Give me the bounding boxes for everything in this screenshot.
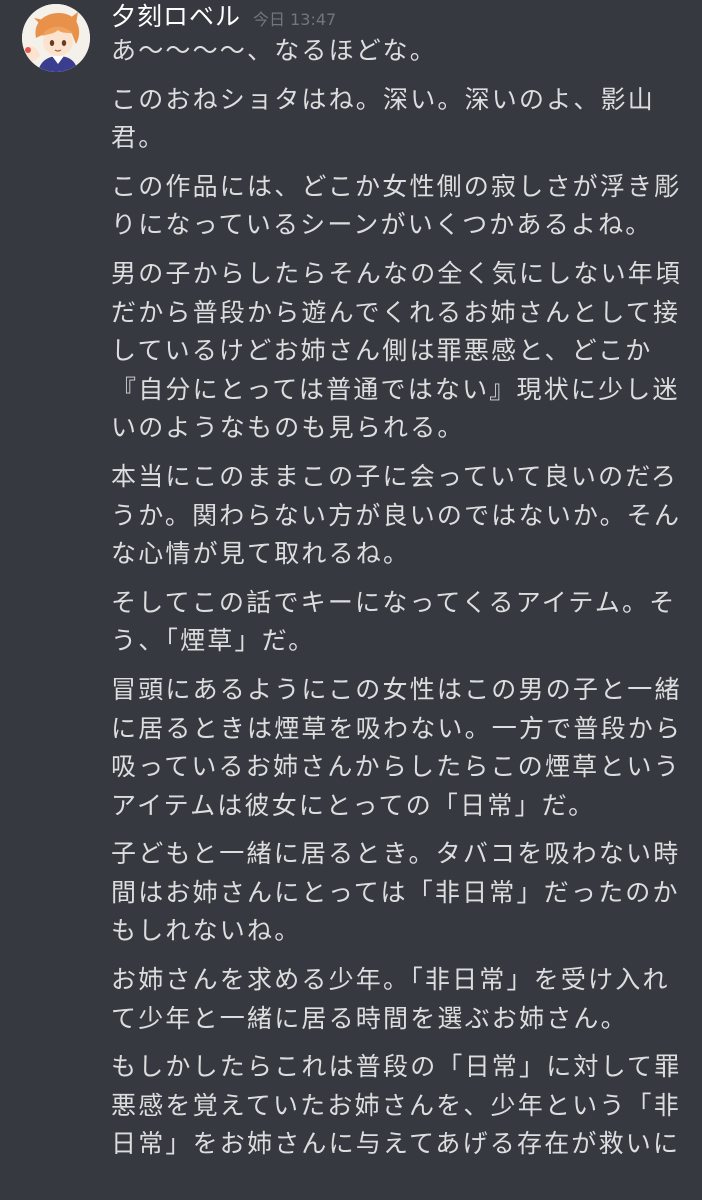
message-paragraph: もしかしたらこれは普段の「日常」に対して罪 悪感を覚えていたお姉さんを、少年とい… [111, 1052, 682, 1159]
message-paragraph: この作品には、どこか女性側の寂しさが浮き彫 りになっているシーンがいくつかあるよ… [111, 171, 682, 240]
message-paragraph: 冒頭にあるようにこの女性はこの男の子と一緒 に居るときは煙草を吸わない。一方で普… [111, 674, 683, 820]
message-header: 夕刻ロベル 今日 13:47 [111, 0, 336, 34]
message-paragraph: 子どもと一緒に居るとき。タバコを吸わない時 間はお姉さんにとっては「非日常」だっ… [111, 839, 681, 946]
message-paragraph: 本当にこのままこの子に会っていて良いのだろ うか。関わらない方が良いのではないか… [111, 461, 682, 569]
message-paragraph: 男の子からしたらそんなの全く気にしない年頃 だから普段から遊んでくれるお姉さんと… [111, 258, 683, 443]
message-body: あ〜〜〜〜、なるほどな。 このおねショタはね。深い。深いのよ、影山 君。 この作… [111, 32, 689, 1174]
message-paragraph: そしてこの話でキーになってくるアイテム。そ う、「煙草」だ。 [111, 587, 677, 656]
message-paragraph: お姉さんを求める少年。「非日常」を受け入れ て少年と一緒に居る時間を選ぶお姉さん… [111, 965, 670, 1033]
message-paragraph: このおねショタはね。深い。深いのよ、影山 君。 [111, 84, 656, 153]
user-avatar-icon[interactable] [22, 4, 90, 72]
chat-message: 夕刻ロベル 今日 13:47 あ〜〜〜〜、なるほどな。 このおねショタはね。深い… [0, 0, 702, 1200]
message-paragraph: あ〜〜〜〜、なるほどな。 [111, 36, 437, 65]
username[interactable]: 夕刻ロベル [111, 0, 241, 34]
